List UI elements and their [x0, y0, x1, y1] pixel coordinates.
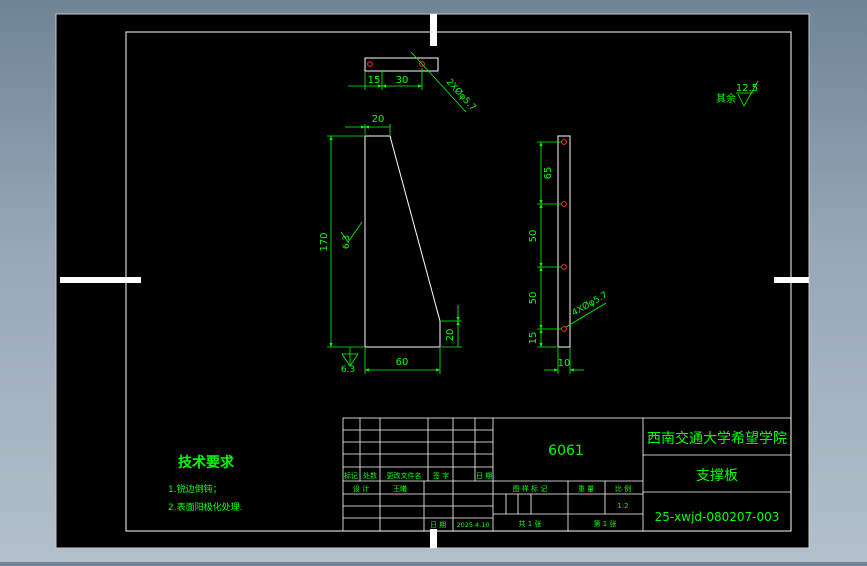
front-dim-top: 20 [372, 114, 385, 125]
tech-req-item-2: 2.表面阳极化处理. [168, 501, 242, 513]
designer-name: 王曦 [393, 484, 407, 493]
tech-req-item-1: 1.锐边倒钝； [168, 483, 222, 495]
scale-label: 比 例 [615, 484, 631, 493]
side-dim-2: 50 [528, 230, 539, 243]
date-label: 日 期 [430, 521, 446, 529]
roughness-rest-label: 其余 [716, 92, 736, 105]
weight-label: 重 量 [578, 485, 594, 493]
material-text: 6061 [548, 443, 584, 459]
sheets-total: 共 1 张 [519, 519, 542, 528]
date-value: 2025.4.10 [456, 521, 489, 529]
roughness-left-value: 6.3 [342, 235, 352, 249]
drawing-number: 25-xwjd-080207-003 [655, 510, 780, 524]
roughness-bottom-value: 6.3 [341, 365, 355, 375]
front-dim-height: 170 [319, 232, 330, 251]
cad-viewport[interactable]: 15 30 2XØφ5.7 20 170 6.3 60 6.3 20 65 50… [0, 0, 867, 562]
side-dim-width: 10 [558, 358, 571, 369]
hdr-mark: 标记 [344, 471, 358, 480]
hdr-count: 处数 [363, 471, 377, 480]
hdr-change-file: 更改文件名 [387, 471, 422, 480]
side-dim-1: 65 [543, 167, 554, 180]
front-dim-right: 20 [445, 329, 456, 342]
sheet-number: 第 1 张 [594, 519, 617, 528]
scale-value: 1:2 [617, 502, 628, 510]
hdr-sign: 签 字 [433, 471, 449, 480]
tech-req-title: 技术要求 [178, 454, 235, 471]
front-dim-bottom: 60 [396, 357, 409, 368]
stage-label: 图 样 标 记 [513, 484, 548, 493]
top-dim-30: 30 [396, 75, 409, 86]
top-dim-15: 15 [368, 75, 381, 86]
side-dim-4: 15 [528, 332, 539, 345]
part-name: 支撑板 [696, 468, 738, 484]
roughness-rest-value: 12.5 [736, 83, 758, 94]
hdr-date: 日 期 [476, 472, 492, 480]
drawing-canvas: 15 30 2XØφ5.7 20 170 6.3 60 6.3 20 65 50… [55, 13, 810, 549]
design-label: 设 计 [353, 484, 369, 493]
school-name: 西南交通大学希望学院 [647, 430, 787, 447]
side-dim-3: 50 [528, 292, 539, 305]
